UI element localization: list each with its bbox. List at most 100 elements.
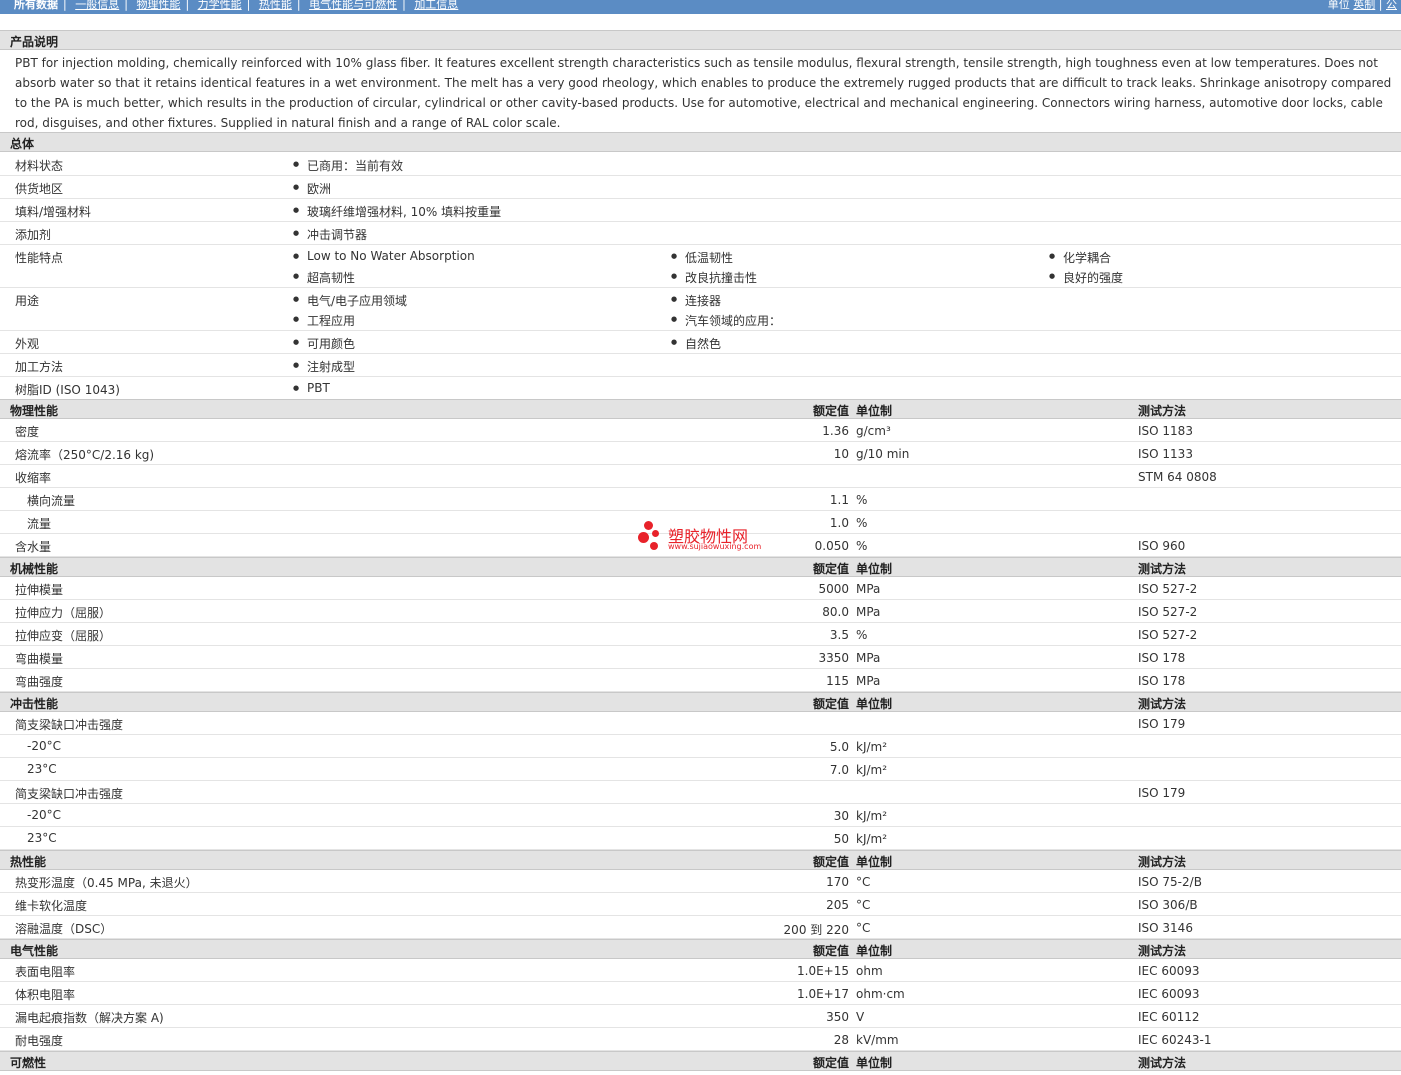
- tab-all-data[interactable]: 所有数据: [14, 0, 58, 11]
- row-value: 28: [833, 1033, 849, 1047]
- row-label: 横向流量: [27, 494, 76, 508]
- row-unit: kJ/m²: [856, 832, 888, 846]
- row-value: 5.0: [829, 740, 849, 754]
- electrical-section-header: 电气性能 额定值 单位制 测试方法: [0, 939, 1401, 959]
- general-row: 性能特点 Low to No Water Absorption 超高韧性 低温韧性改良…: [0, 245, 1401, 288]
- general-row: 外观 可用颜色 自然色: [0, 331, 1401, 354]
- bullet-item: 可用颜色: [293, 335, 355, 352]
- product-description: PBT for injection molding, chemically re…: [15, 56, 1392, 130]
- row-unit: %: [856, 493, 868, 507]
- row-test-method: ISO 178: [1138, 674, 1186, 688]
- row-label: 添加剂: [15, 228, 52, 242]
- column-header-unit: 单位制: [856, 855, 893, 869]
- unit-imperial-link[interactable]: 英制: [1353, 0, 1375, 11]
- column-header-method: 测试方法: [1138, 697, 1187, 711]
- row-unit: kV/mm: [856, 1033, 899, 1047]
- nav-separator: |: [296, 0, 301, 11]
- row-label: 拉伸模量: [15, 583, 64, 597]
- column-header-value: 额定值: [812, 562, 849, 576]
- bullet-item: 良好的强度: [1049, 269, 1123, 286]
- watermark-logo: 塑胶物性网 www.sujiaowuxing.com: [638, 521, 768, 555]
- tab-general-info[interactable]: 一般信息: [75, 0, 119, 11]
- bullet-item: 化学耦合: [1049, 249, 1111, 266]
- general-row: 添加剂 冲击调节器: [0, 222, 1401, 245]
- table-row: 维卡软化温度 205 °C ISO 306/B: [0, 893, 1401, 916]
- section-title: 热性能: [10, 855, 47, 869]
- impact-section-header: 冲击性能 额定值 单位制 测试方法: [0, 692, 1401, 712]
- row-label: 树脂ID (ISO 1043): [15, 383, 120, 397]
- row-label: 漏电起痕指数（解决方案 A): [15, 1011, 164, 1025]
- bullet-item: 已商用：当前有效: [293, 157, 403, 174]
- tab-mechanical[interactable]: 力学性能: [198, 0, 242, 11]
- column-header-method: 测试方法: [1138, 855, 1187, 869]
- table-row: 体积电阻率 1.0E+17 ohm·cm IEC 60093: [0, 982, 1401, 1005]
- bullet-item: 自然色: [671, 335, 721, 352]
- bullet-item: 汽车领域的应用：: [671, 312, 781, 329]
- row-label: 熔流率（250°C/2.16 kg): [15, 448, 155, 462]
- row-value: 5000: [818, 582, 849, 596]
- row-value: 1.0E+15: [797, 964, 849, 978]
- row-label: 收缩率: [15, 471, 52, 485]
- row-test-method: ISO 179: [1138, 786, 1186, 800]
- row-unit: °C: [856, 921, 871, 935]
- row-unit: MPa: [856, 582, 881, 596]
- row-unit: °C: [856, 898, 871, 912]
- table-row: 23°C 50 kJ/m²: [0, 827, 1401, 850]
- column-header-unit: 单位制: [856, 944, 893, 958]
- row-label: 供货地区: [15, 182, 64, 196]
- row-value: 170: [826, 875, 849, 889]
- bullet-item: 改良抗撞击性: [671, 269, 757, 286]
- row-label: 体积电阻率: [15, 988, 76, 1002]
- column-header-value: 额定值: [812, 697, 849, 711]
- row-test-method: ISO 527-2: [1138, 582, 1198, 596]
- row-unit: MPa: [856, 651, 881, 665]
- table-row: 拉伸应变（屈服） 3.5% ISO 527-2: [0, 623, 1401, 646]
- row-label: 拉伸应变（屈服）: [15, 629, 112, 643]
- description-section-header: 产品说明: [0, 30, 1401, 50]
- tab-electrical-flammability[interactable]: 电气性能与可燃性: [309, 0, 397, 11]
- row-value: 7.0: [829, 763, 849, 777]
- row-value: 350: [826, 1010, 849, 1024]
- column-header-method: 测试方法: [1138, 562, 1187, 576]
- row-test-method: IEC 60112: [1138, 1010, 1200, 1024]
- row-label: 弯曲模量: [15, 652, 64, 666]
- bullet-item: 电气/电子应用领域: [293, 292, 407, 309]
- tab-thermal[interactable]: 热性能: [259, 0, 292, 11]
- row-unit: g/10 min: [856, 447, 910, 461]
- general-row: 材料状态 已商用：当前有效: [0, 153, 1401, 176]
- table-row: 漏电起痕指数（解决方案 A) 350 V IEC 60112: [0, 1005, 1401, 1028]
- section-title: 总体: [10, 137, 35, 151]
- table-row: 溶融温度（DSC） 200 到 220 °C ISO 3146: [0, 916, 1401, 939]
- tab-physical[interactable]: 物理性能: [136, 0, 180, 11]
- row-label: 维卡软化温度: [15, 899, 88, 913]
- row-label: 溶融温度（DSC）: [15, 922, 113, 936]
- row-unit: V: [856, 1010, 865, 1024]
- bullet-item: 冲击调节器: [293, 226, 367, 243]
- row-unit: kJ/m²: [856, 740, 888, 754]
- section-title: 可燃性: [10, 1056, 47, 1070]
- row-value: 10: [833, 447, 849, 461]
- bullet-item: 工程应用: [293, 312, 355, 329]
- row-unit: °C: [856, 875, 871, 889]
- row-test-method: IEC 60243-1: [1138, 1033, 1212, 1047]
- row-value: 0.050: [814, 539, 849, 553]
- row-label: 流量: [27, 517, 52, 531]
- row-value: 30: [833, 809, 849, 823]
- row-label: 表面电阻率: [15, 965, 76, 979]
- table-row: -20°C 5.0 kJ/m²: [0, 735, 1401, 758]
- table-row: 横向流量 1.1%: [0, 488, 1401, 511]
- row-test-method: STM 64 0808: [1138, 470, 1217, 484]
- nav-separator: |: [124, 0, 128, 11]
- row-label: -20°C: [27, 739, 61, 753]
- row-value: 200 到 220: [783, 923, 849, 937]
- bullet-item: 超高韧性: [293, 269, 355, 286]
- unit-metric-link[interactable]: 公: [1386, 0, 1397, 11]
- column-header-unit: 单位制: [856, 1056, 893, 1070]
- row-label: 性能特点: [15, 251, 64, 265]
- table-row: 收缩率 STM 64 0808: [0, 465, 1401, 488]
- table-row: 简支梁缺口冲击强度 ISO 179: [0, 712, 1401, 735]
- row-test-method: ISO 178: [1138, 651, 1186, 665]
- column-header-unit: 单位制: [856, 404, 893, 418]
- tab-processing[interactable]: 加工信息: [414, 0, 458, 11]
- table-row: 拉伸模量 5000 MPa ISO 527-2: [0, 577, 1401, 600]
